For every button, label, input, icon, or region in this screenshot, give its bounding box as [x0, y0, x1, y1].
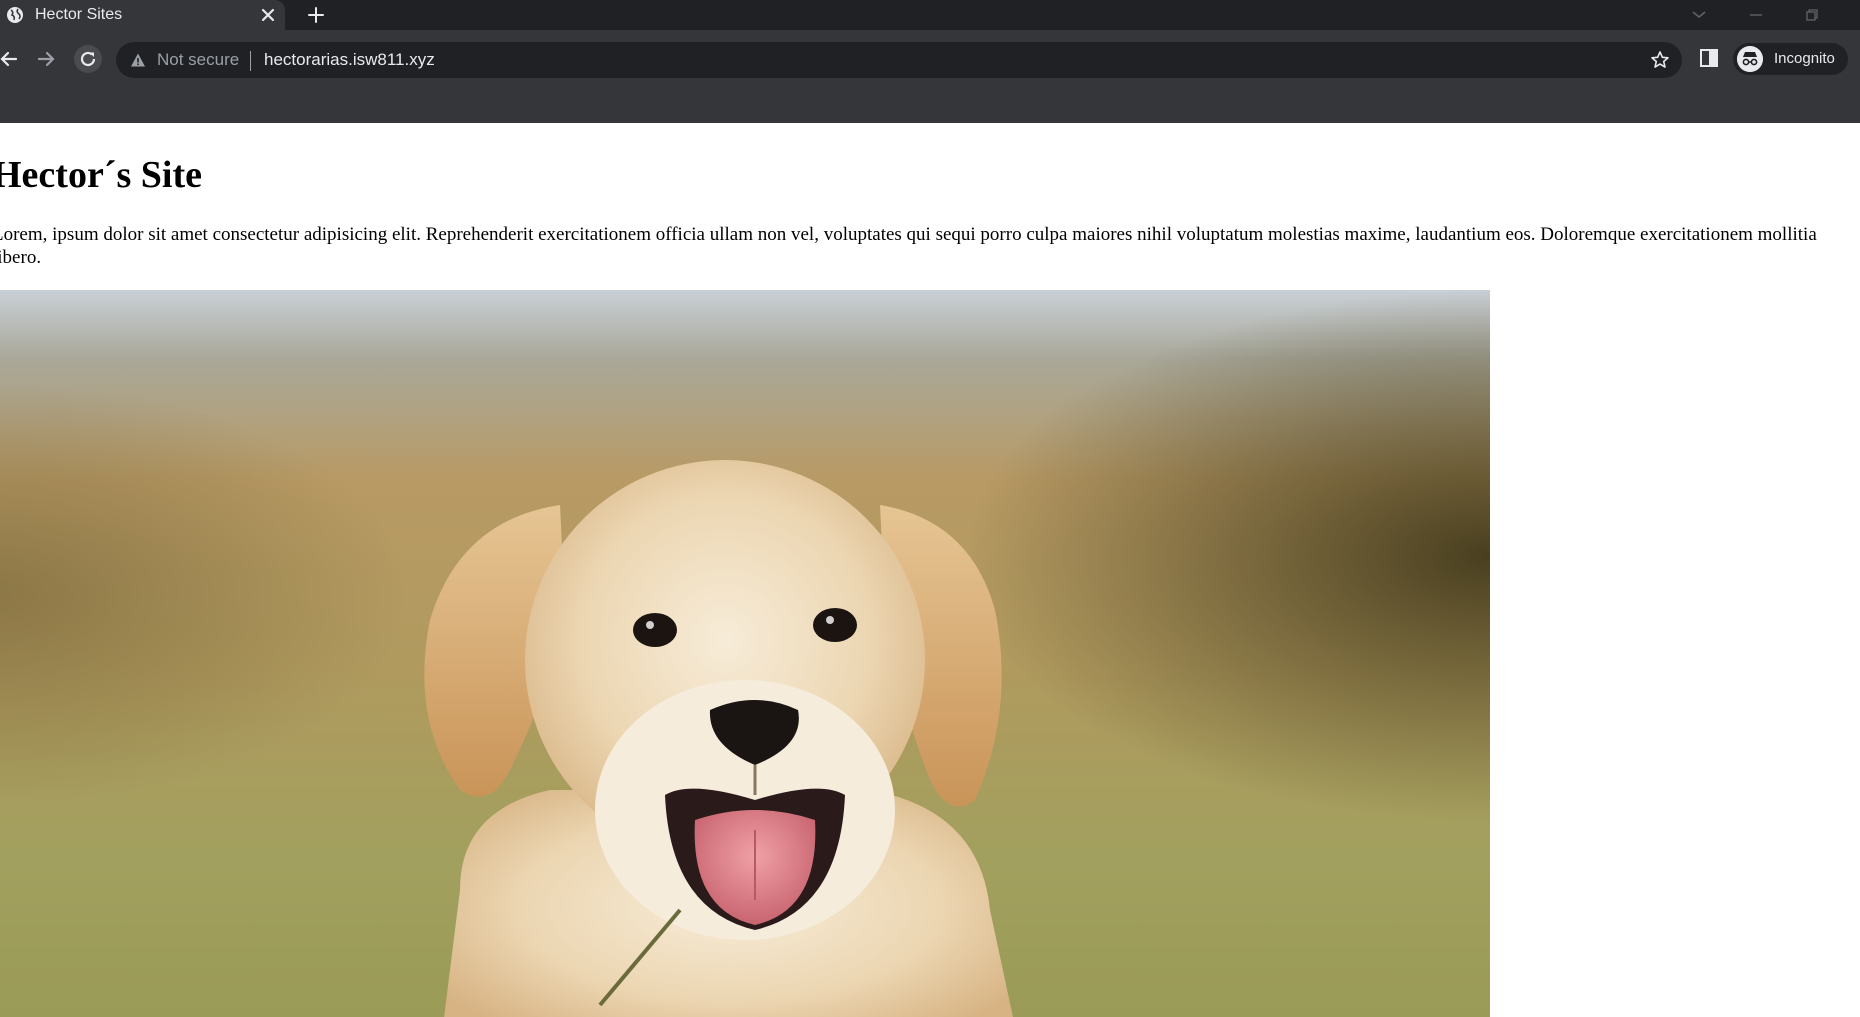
tab-hector-sites[interactable]: Hector Sites	[0, 0, 285, 30]
puppy-photo	[0, 290, 1490, 1017]
page-heading: Hector´s Site	[0, 154, 202, 196]
url-text[interactable]: hectorarias.isw811.xyz	[264, 50, 435, 70]
security-status[interactable]: Not secure	[157, 50, 239, 70]
chevron-down-icon[interactable]	[1687, 3, 1711, 27]
warning-icon[interactable]	[130, 52, 146, 68]
web-page: Hector´s Site Lorem, ipsum dolor sit ame…	[0, 123, 1860, 1017]
close-icon[interactable]	[259, 6, 277, 24]
incognito-profile-button[interactable]: Incognito	[1733, 43, 1848, 75]
minimize-icon[interactable]	[1744, 3, 1768, 27]
restore-icon[interactable]	[1800, 3, 1824, 27]
address-bar[interactable]: Not secure hectorarias.isw811.xyz	[116, 42, 1682, 78]
tab-title: Hector Sites	[35, 6, 123, 23]
page-paragraph: Lorem, ipsum dolor sit amet consectetur …	[0, 224, 1817, 268]
globe-icon	[7, 7, 23, 23]
tab-strip: Hector Sites	[0, 0, 1860, 30]
reload-icon[interactable]	[74, 45, 102, 73]
omnibox-divider	[250, 51, 251, 71]
profile-label: Incognito	[1774, 50, 1835, 67]
browser-chrome: Hector Sites Not secure hectorarias.isw8…	[0, 0, 1860, 123]
incognito-icon	[1737, 46, 1763, 72]
side-panel-icon[interactable]	[1699, 48, 1719, 68]
plus-icon[interactable]	[305, 4, 327, 26]
forward-arrow-icon[interactable]	[33, 45, 61, 73]
star-icon[interactable]	[1650, 50, 1670, 70]
back-arrow-icon[interactable]	[0, 45, 22, 73]
